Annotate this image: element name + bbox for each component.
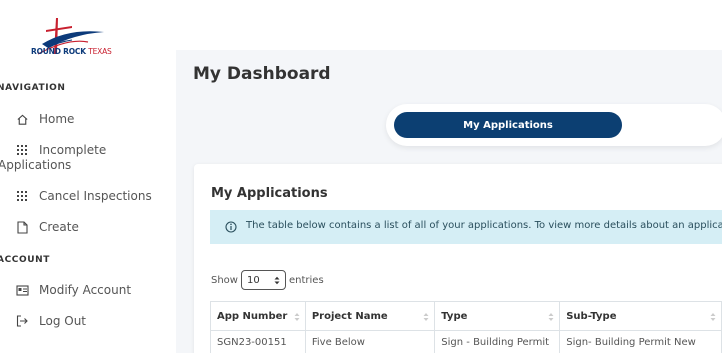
sidebar-item-create[interactable]: Create — [0, 219, 176, 237]
sidebar-item-cancel-inspections[interactable]: Cancel Inspections — [0, 188, 176, 206]
grid-icon — [15, 143, 29, 157]
sidebar-item-home[interactable]: Home — [0, 111, 176, 129]
round-rock-logo[interactable] — [28, 14, 138, 64]
cell-project-name: Five Below — [304, 330, 436, 353]
sidebar-item-label: Modify Account — [39, 283, 132, 297]
logo-text: ROUND ROCK TEXAS — [31, 47, 112, 56]
info-icon — [225, 221, 237, 233]
tab-my-applications[interactable]: My Applications — [394, 112, 622, 138]
sidebar-item-incomplete-applications[interactable]: Incomplete Applications — [0, 142, 176, 174]
sidebar-item-label: Home — [39, 112, 75, 126]
sidebar: ROUND ROCK TEXAS NAVIGATION Home Incompl… — [0, 0, 176, 353]
card-title: My Applications — [211, 186, 328, 201]
sidebar-item-label: Create — [39, 220, 79, 234]
entries-control: Show 10 entries — [211, 270, 324, 290]
show-label: Show — [211, 274, 238, 286]
table-header-row: App Number Project Name Type Sub-Type — [210, 301, 722, 331]
account-heading: ACCOUNT — [0, 255, 51, 265]
entries-select[interactable]: 10 — [240, 270, 286, 290]
column-header-app-number[interactable]: App Number — [210, 301, 306, 331]
sidebar-item-log-out[interactable]: Log Out — [0, 313, 176, 331]
sidebar-item-label: Incomplete Applications — [0, 143, 107, 172]
file-icon — [15, 220, 29, 234]
cell-app-number[interactable]: SGN23-00151 — [210, 330, 306, 353]
grid-icon — [15, 189, 29, 203]
page-title: My Dashboard — [193, 64, 331, 84]
home-icon — [15, 112, 29, 126]
entries-value: 10 — [246, 274, 260, 286]
column-header-project-name[interactable]: Project Name — [304, 301, 436, 331]
info-alert: The table below contains a list of all o… — [210, 210, 722, 244]
sidebar-item-modify-account[interactable]: Modify Account — [0, 282, 176, 300]
select-arrows-icon — [274, 276, 280, 284]
id-card-icon — [15, 283, 29, 297]
top-header — [176, 0, 722, 50]
sort-icon — [710, 313, 716, 321]
navigation-heading: NAVIGATION — [0, 83, 66, 93]
column-header-type[interactable]: Type — [434, 301, 561, 331]
applications-table: App Number Project Name Type Sub-Type SG… — [210, 301, 722, 353]
cell-sub-type: Sign- Building Permit New — [559, 330, 722, 353]
cell-type: Sign - Building Permit — [434, 330, 561, 353]
column-header-sub-type[interactable]: Sub-Type — [559, 301, 722, 331]
table-row[interactable]: SGN23-00151 Five Below Sign - Building P… — [210, 330, 722, 353]
sign-out-icon — [15, 314, 29, 328]
alert-text: The table below contains a list of all o… — [246, 220, 722, 231]
entries-label: entries — [288, 274, 324, 286]
sort-icon — [423, 313, 429, 321]
sidebar-item-label: Cancel Inspections — [39, 189, 152, 203]
sidebar-item-label: Log Out — [39, 314, 87, 328]
sort-icon — [294, 313, 300, 321]
sort-icon — [548, 313, 554, 321]
